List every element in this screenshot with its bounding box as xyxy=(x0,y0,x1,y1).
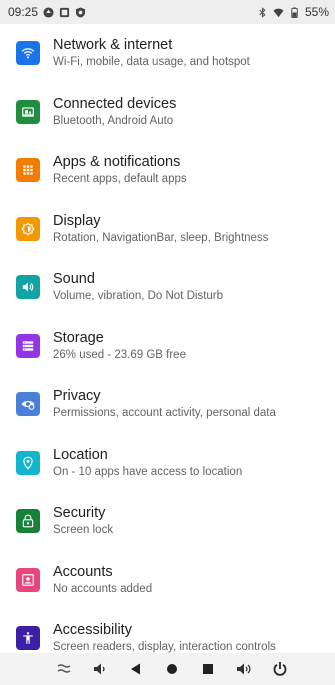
settings-item-subtitle: Rotation, NavigationBar, sleep, Brightne… xyxy=(53,231,269,244)
apps-icon xyxy=(16,158,40,183)
settings-item-subtitle: No accounts added xyxy=(53,582,153,595)
home-icon[interactable] xyxy=(163,660,181,678)
volume-down-icon[interactable] xyxy=(91,660,109,678)
battery-percent: 55% xyxy=(304,5,329,19)
settings-item-display[interactable]: Display Rotation, NavigationBar, sleep, … xyxy=(0,200,335,259)
lock-icon xyxy=(16,509,40,534)
privacy-icon xyxy=(16,392,40,417)
settings-item-network[interactable]: Network & internet Wi-Fi, mobile, data u… xyxy=(0,24,335,83)
settings-item-title: Location xyxy=(53,446,108,463)
status-time: 09:25 xyxy=(8,5,39,19)
settings-item-subtitle: Screen lock xyxy=(53,524,114,537)
settings-list: Network & internet Wi-Fi, mobile, data u… xyxy=(0,24,335,668)
settings-item-apps[interactable]: Apps & notifications Recent apps, defaul… xyxy=(0,141,335,200)
settings-item-title: Display xyxy=(53,212,101,229)
settings-item-subtitle: 26% used - 23.69 GB free xyxy=(53,348,186,361)
back-icon[interactable] xyxy=(127,660,145,678)
volume-up-icon[interactable] xyxy=(235,660,253,678)
battery-icon xyxy=(291,6,298,18)
recents-icon[interactable] xyxy=(199,660,217,678)
settings-item-storage[interactable]: Storage 26% used - 23.69 GB free xyxy=(0,317,335,376)
wifi-icon xyxy=(16,41,40,66)
settings-item-title: Sound xyxy=(53,271,95,288)
settings-item-title: Accessibility xyxy=(53,622,132,639)
power-icon[interactable] xyxy=(271,660,289,678)
settings-item-accounts[interactable]: Accounts No accounts added xyxy=(0,551,335,610)
settings-item-connected-devices[interactable]: Connected devices Bluetooth, Android Aut… xyxy=(0,83,335,142)
status-right: 55% xyxy=(257,5,329,19)
settings-item-subtitle: Permissions, account activity, personal … xyxy=(53,407,276,420)
settings-item-title: Storage xyxy=(53,329,104,346)
location-icon xyxy=(16,450,40,475)
account-icon xyxy=(16,567,40,592)
collapse-icon[interactable] xyxy=(55,660,73,678)
settings-item-location[interactable]: Location On - 10 apps have access to loc… xyxy=(0,434,335,493)
settings-item-subtitle: On - 10 apps have access to location xyxy=(53,465,243,478)
settings-item-subtitle: Wi-Fi, mobile, data usage, and hotspot xyxy=(53,56,250,69)
settings-item-title: Connected devices xyxy=(53,95,177,112)
status-bar: 09:25 55% xyxy=(0,0,335,24)
settings-item-title: Security xyxy=(53,505,106,522)
settings-item-title: Accounts xyxy=(53,563,113,580)
settings-item-subtitle: Bluetooth, Android Auto xyxy=(53,114,174,127)
settings-item-title: Apps & notifications xyxy=(53,154,181,171)
notification-icon xyxy=(59,7,70,17)
brightness-icon xyxy=(16,216,40,241)
status-left: 09:25 xyxy=(8,5,86,19)
wifi-icon xyxy=(273,8,284,17)
bluetooth-icon xyxy=(259,6,266,18)
accessibility-icon xyxy=(16,626,40,651)
settings-item-sound[interactable]: Sound Volume, vibration, Do Not Disturb xyxy=(0,258,335,317)
settings-item-privacy[interactable]: Privacy Permissions, account activity, p… xyxy=(0,375,335,434)
volume-icon xyxy=(16,275,40,300)
settings-item-security[interactable]: Security Screen lock xyxy=(0,492,335,551)
settings-item-title: Privacy xyxy=(53,388,101,405)
shield-icon xyxy=(75,6,86,18)
navigation-bar xyxy=(0,653,335,685)
settings-item-title: Network & internet xyxy=(53,37,173,54)
devices-icon xyxy=(16,99,40,124)
storage-icon xyxy=(16,333,40,358)
settings-item-subtitle: Volume, vibration, Do Not Disturb xyxy=(53,290,224,303)
settings-item-subtitle: Recent apps, default apps xyxy=(53,173,187,186)
assistant-icon xyxy=(43,6,54,18)
